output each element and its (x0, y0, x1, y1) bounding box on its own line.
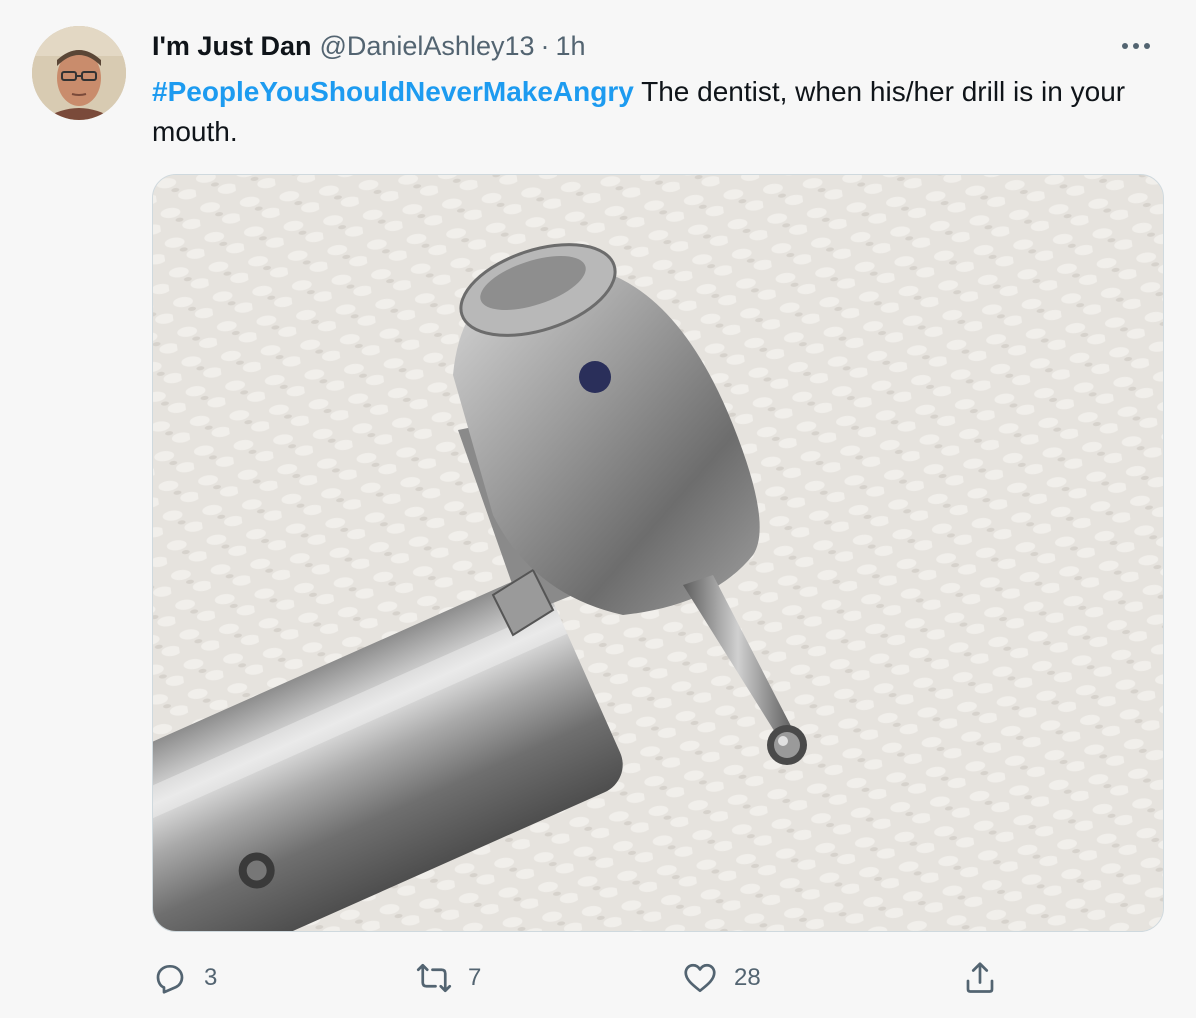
user-handle[interactable]: @DanielAshley13 (319, 31, 534, 62)
avatar[interactable] (32, 26, 126, 120)
retweet-button[interactable]: 7 (416, 956, 481, 1000)
retweet-count: 7 (468, 964, 482, 991)
timestamp[interactable]: 1h (556, 31, 586, 62)
share-button[interactable] (962, 956, 998, 1000)
tweet-text: #PeopleYouShouldNeverMakeAngry The denti… (152, 72, 1152, 152)
dental-drill-photo (153, 175, 1163, 931)
tweet-actions: 3 7 28 (152, 956, 1012, 1000)
more-options-button[interactable] (1116, 28, 1156, 64)
reply-icon (156, 964, 184, 994)
retweet-icon (416, 963, 452, 993)
reply-count: 3 (204, 964, 218, 991)
tweet-header: I'm Just Dan @DanielAshley13 · 1h (152, 28, 1156, 64)
more-icon (1122, 43, 1150, 49)
share-icon (966, 962, 994, 993)
reply-button[interactable]: 3 (152, 956, 217, 1000)
like-count: 28 (734, 964, 761, 991)
tweet-card: I'm Just Dan @DanielAshley13 · 1h #Peopl… (0, 0, 1196, 1018)
avatar-image (32, 26, 126, 120)
hashtag-link[interactable]: #PeopleYouShouldNeverMakeAngry (152, 76, 634, 107)
heart-icon (684, 963, 716, 993)
like-button[interactable]: 28 (682, 956, 761, 1000)
separator-dot: · (540, 30, 550, 61)
display-name[interactable]: I'm Just Dan (152, 31, 311, 62)
tweet-media[interactable] (152, 174, 1164, 932)
